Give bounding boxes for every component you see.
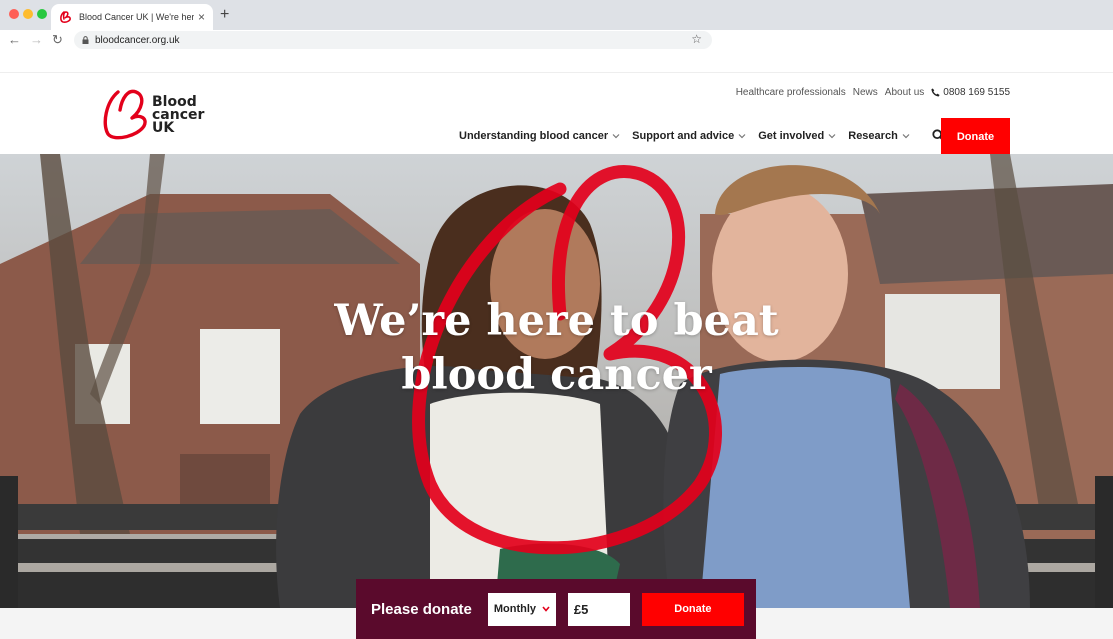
web-page: Blood cancer UK Healthcare professionals… — [0, 50, 1113, 639]
back-arrow-icon[interactable]: ← — [8, 32, 21, 48]
window-minimize-button[interactable] — [23, 9, 33, 19]
nav-label: Understanding blood cancer — [459, 129, 609, 142]
logo-wordmark: Blood cancer UK — [152, 95, 204, 136]
nav-label: Support and advice — [632, 129, 735, 142]
donation-amount-input[interactable] — [567, 592, 630, 626]
lock-icon — [82, 36, 89, 44]
tab-title: Blood Cancer UK | We're here — [79, 12, 194, 22]
tab-close-icon[interactable]: × — [198, 11, 205, 23]
chevron-down-icon — [902, 133, 910, 138]
window-maximize-button[interactable] — [37, 9, 47, 19]
donate-widget: Please donate Monthly Donate — [356, 579, 756, 639]
hero-headline-line: We’re here to beat — [334, 296, 779, 346]
hero-banner: We’re here to beat blood cancer — [0, 154, 1113, 608]
reload-icon[interactable]: ↻ — [52, 32, 63, 48]
nav-label: Get involved — [758, 129, 825, 142]
browser-tab-bar: Blood Cancer UK | We're here × + — [0, 0, 1113, 30]
site-header: Blood cancer UK Healthcare professionals… — [0, 72, 1113, 155]
link-about-us[interactable]: About us — [885, 87, 924, 98]
link-healthcare-professionals[interactable]: Healthcare professionals — [736, 87, 846, 98]
phone-icon — [931, 88, 940, 97]
site-logo[interactable]: Blood cancer UK — [102, 87, 222, 143]
frequency-value: Monthly — [493, 603, 537, 615]
nav-get-involved[interactable]: Get involved — [758, 130, 836, 142]
donation-frequency-select[interactable]: Monthly — [487, 592, 556, 626]
nav-label: Research — [848, 129, 898, 142]
url-text: bloodcancer.org.uk — [95, 34, 180, 46]
browser-toolbar: ← → ↻ bloodcancer.org.uk ☆ — [0, 30, 1113, 50]
heart-b-logo-icon — [103, 89, 147, 140]
hero-headline-line: blood cancer — [401, 350, 712, 400]
new-tab-button[interactable]: + — [220, 6, 229, 24]
address-bar[interactable]: bloodcancer.org.uk ☆ — [74, 31, 712, 49]
donate-submit-button[interactable]: Donate — [641, 592, 744, 626]
forward-arrow-icon[interactable]: → — [30, 32, 43, 48]
phone-number: 0808 169 5155 — [943, 87, 1010, 98]
favicon-icon — [60, 11, 71, 23]
logo-line: UK — [152, 119, 175, 136]
window-close-button[interactable] — [9, 9, 19, 19]
nav-support-and-advice[interactable]: Support and advice — [632, 130, 746, 142]
header-donate-button[interactable]: Donate — [941, 118, 1010, 155]
donate-widget-label: Please donate — [371, 600, 472, 618]
hero-headline: We’re here to beat blood cancer — [0, 294, 1113, 402]
nav-research[interactable]: Research — [848, 130, 910, 142]
chevron-down-icon — [612, 133, 620, 138]
chevron-down-icon — [542, 606, 550, 612]
nav-understanding-blood-cancer[interactable]: Understanding blood cancer — [459, 130, 620, 142]
chevron-down-icon — [738, 133, 746, 138]
main-nav: Understanding blood cancer Support and a… — [459, 129, 945, 142]
phone-link[interactable]: 0808 169 5155 — [931, 87, 1010, 98]
bookmark-star-icon[interactable]: ☆ — [691, 32, 702, 46]
chevron-down-icon — [828, 133, 836, 138]
browser-tab[interactable]: Blood Cancer UK | We're here × — [51, 4, 213, 30]
link-news[interactable]: News — [853, 87, 878, 98]
utility-nav: Healthcare professionals News About us 0… — [736, 87, 1010, 98]
